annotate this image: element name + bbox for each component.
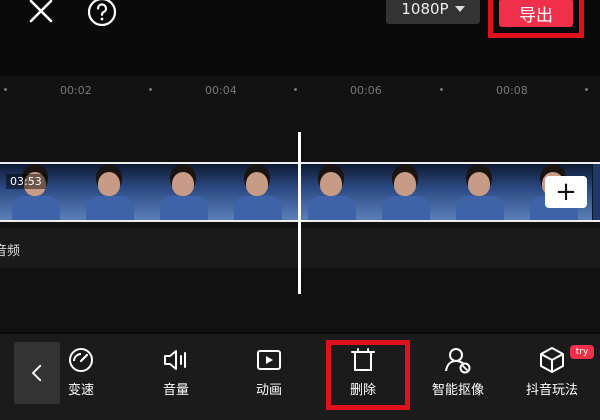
help-icon <box>87 0 117 27</box>
tool-label: 音量 <box>162 383 189 398</box>
volume-icon <box>164 350 186 370</box>
resolution-dropdown[interactable]: 1080P <box>386 0 480 24</box>
playhead[interactable] <box>298 132 301 294</box>
close-button[interactable] <box>26 0 56 26</box>
ruler-dot <box>149 88 152 91</box>
tool-animation[interactable]: 动画 <box>229 345 309 405</box>
try-badge: try <box>570 345 594 359</box>
clip-thumbnail <box>370 164 445 220</box>
resolution-value: 1080P <box>401 0 449 18</box>
help-button[interactable] <box>86 0 118 28</box>
close-icon <box>29 0 53 23</box>
ruler-tick-label: 00:04 <box>205 84 237 97</box>
ruler-dot <box>294 88 297 91</box>
tool-label: 智能抠像 <box>431 383 484 398</box>
animation-icon <box>257 350 281 370</box>
ruler-dot <box>585 88 588 91</box>
clip-thumbnail <box>0 164 75 220</box>
clip-duration: 03:53 <box>6 174 46 189</box>
ruler-dot <box>4 88 7 91</box>
timeline-ruler: 00:02 00:04 00:06 00:08 <box>0 76 600 102</box>
douyin-effects-icon <box>540 347 564 373</box>
clip-thumbnail <box>74 164 149 220</box>
tool-label: 动画 <box>255 383 282 398</box>
ruler-tick-label: 00:06 <box>350 84 382 97</box>
add-clip-button[interactable]: + <box>545 176 587 208</box>
tool-label: 变速 <box>67 383 94 398</box>
clip-thumbnail <box>296 164 371 220</box>
ruler-dot <box>440 88 443 91</box>
clip-thumbnail <box>444 164 519 220</box>
ruler-tick-label: 00:08 <box>496 84 528 97</box>
clip-thumbnail <box>222 164 297 220</box>
export-highlight-box: 导出 <box>488 0 584 38</box>
audio-track-label: 音频 <box>0 244 21 259</box>
ruler-tick-label: 00:02 <box>60 84 92 97</box>
speed-icon <box>69 348 93 372</box>
tool-volume[interactable]: 音量 <box>136 345 216 405</box>
export-button[interactable]: 导出 <box>499 0 573 27</box>
tool-smart-cutout[interactable]: 智能抠像 <box>418 345 498 405</box>
delete-highlight-box <box>326 340 410 410</box>
smart-cutout-icon <box>445 348 471 374</box>
tool-label: 抖音玩法 <box>525 383 578 398</box>
tool-speed[interactable]: 变速 <box>41 345 121 405</box>
caret-down-icon <box>454 6 465 12</box>
clip-thumbnail <box>148 164 223 220</box>
